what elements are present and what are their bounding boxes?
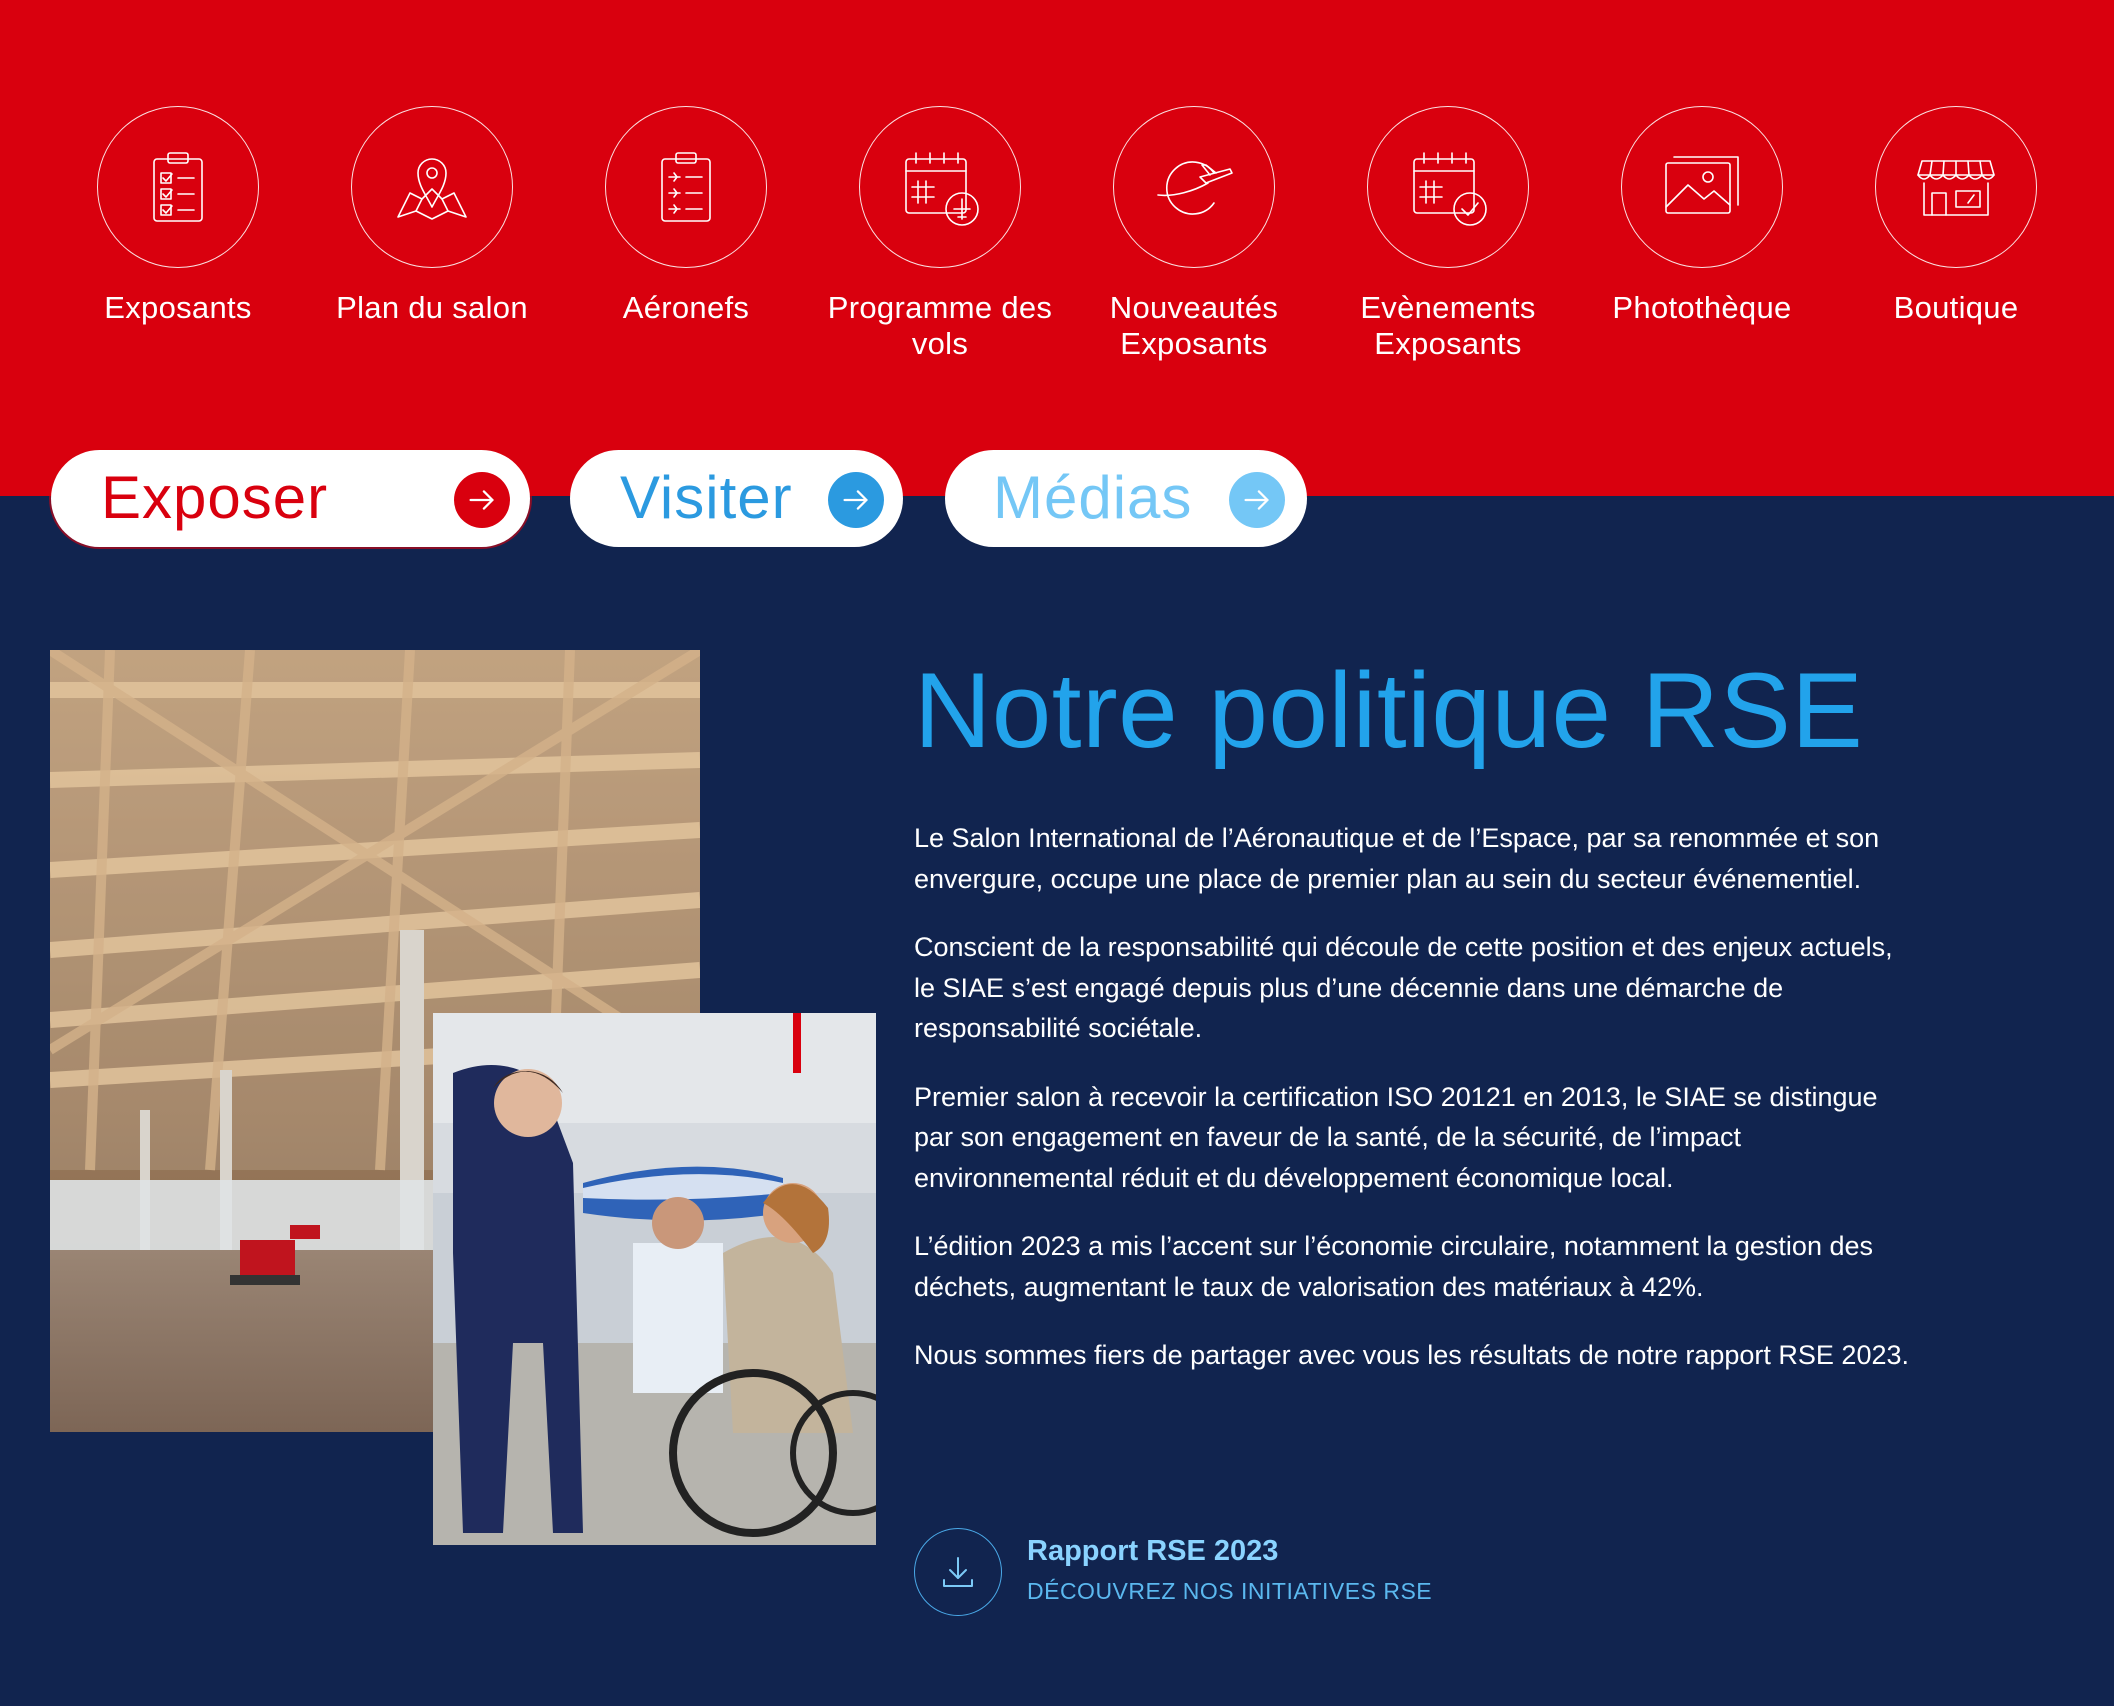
nav-label: Boutique bbox=[1893, 290, 2019, 325]
quick-access-nav: Exposants Plan du salon Aéronefs Program… bbox=[0, 106, 2114, 406]
nav-item-nouveautes-exposants[interactable]: Nouveautés Exposants bbox=[1067, 106, 1321, 362]
nav-item-boutique[interactable]: Boutique bbox=[1829, 106, 2083, 326]
nav-circle bbox=[97, 106, 259, 268]
handshake-wheelchair-photo bbox=[433, 1013, 876, 1545]
nav-circle bbox=[351, 106, 513, 268]
visiter-label: Visiter bbox=[620, 464, 793, 531]
medias-button[interactable]: Médias bbox=[945, 450, 1307, 547]
nav-item-programme-des-vols[interactable]: Programme des vols bbox=[813, 106, 1067, 362]
globe-plane-icon bbox=[1157, 161, 1233, 215]
download-icon bbox=[943, 1557, 973, 1587]
rapport-rse-link[interactable]: Rapport RSE 2023 bbox=[1027, 1531, 1278, 1571]
rse-paragraph: Nous sommes fiers de partager avec vous … bbox=[914, 1340, 1909, 1370]
nav-item-evenements-exposants[interactable]: Evènements Exposants bbox=[1321, 106, 1575, 362]
nav-label: Photothèque bbox=[1612, 290, 1792, 325]
nav-circle bbox=[1875, 106, 2037, 268]
nav-circle bbox=[1367, 106, 1529, 268]
download-button[interactable] bbox=[914, 1528, 1002, 1616]
exposer-button[interactable]: Exposer bbox=[51, 450, 530, 547]
nav-item-plan-du-salon[interactable]: Plan du salon bbox=[305, 106, 559, 326]
nav-circle bbox=[859, 106, 1021, 268]
rse-paragraph: Conscient de la responsabilité qui décou… bbox=[914, 932, 1893, 1043]
nav-circle bbox=[605, 106, 767, 268]
exposer-label: Exposer bbox=[101, 464, 329, 531]
map-pin-icon bbox=[397, 158, 467, 220]
nav-item-phototheque[interactable]: Photothèque bbox=[1575, 106, 1829, 326]
rse-paragraph: Le Salon International de l’Aéronautique… bbox=[914, 823, 1880, 894]
arrow-right-icon bbox=[828, 472, 884, 528]
nav-label: Nouveautés Exposants bbox=[1109, 290, 1279, 361]
arrow-right-icon bbox=[1229, 472, 1285, 528]
arrow-right-icon bbox=[454, 472, 510, 528]
rapport-rse-subtitle: DÉCOUVREZ NOS INITIATIVES RSE bbox=[1027, 1578, 1433, 1604]
nav-label: Evènements Exposants bbox=[1360, 290, 1536, 361]
storefront-icon bbox=[1917, 160, 1995, 216]
image-gallery-icon bbox=[1665, 156, 1739, 214]
nav-label: Aéronefs bbox=[622, 290, 750, 325]
nav-item-aeronefs[interactable]: Aéronefs bbox=[559, 106, 813, 326]
calendar-check-icon bbox=[1413, 152, 1487, 226]
clipboard-checklist-icon bbox=[153, 152, 203, 222]
rse-paragraphs: Le Salon International de l’Aéronautique… bbox=[914, 818, 1914, 1404]
nav-item-exposants[interactable]: Exposants bbox=[51, 106, 305, 326]
rse-paragraph: Premier salon à recevoir la certificatio… bbox=[914, 1081, 1878, 1193]
rse-paragraph: L’édition 2023 a mis l’accent sur l’écon… bbox=[914, 1231, 1874, 1302]
page-title: Notre politique RSE bbox=[914, 650, 1864, 770]
nav-label: Plan du salon bbox=[336, 290, 528, 325]
clipboard-planes-icon bbox=[661, 152, 711, 222]
nav-circle bbox=[1113, 106, 1275, 268]
nav-circle bbox=[1621, 106, 1783, 268]
nav-label: Programme des vols bbox=[827, 290, 1053, 361]
medias-label: Médias bbox=[993, 464, 1193, 531]
visiter-button[interactable]: Visiter bbox=[570, 450, 903, 547]
nav-label: Exposants bbox=[104, 290, 252, 325]
calendar-plane-icon bbox=[905, 152, 979, 226]
